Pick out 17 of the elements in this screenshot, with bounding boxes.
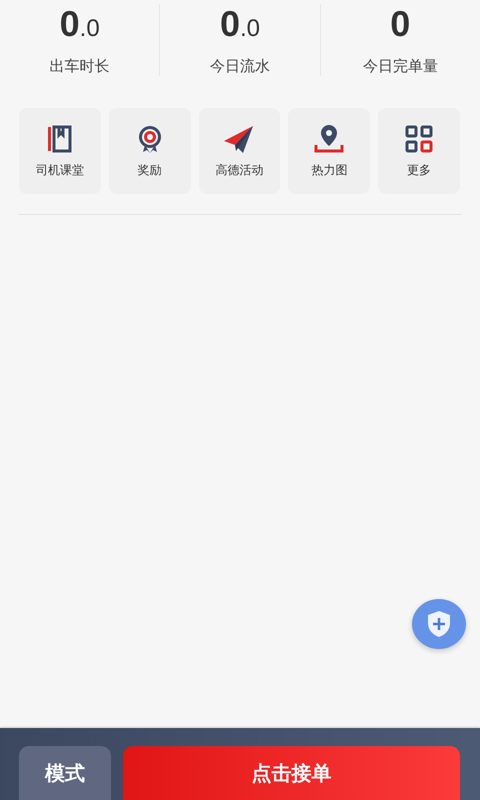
- shortcut-tile[interactable]: 奖励: [108, 108, 191, 194]
- mode-button[interactable]: 模式: [19, 746, 111, 800]
- shortcut-tile[interactable]: 更多: [378, 108, 460, 194]
- stat-value: 0.0: [220, 4, 260, 46]
- stat-label: 出车时长: [50, 57, 110, 76]
- stat-value: 0: [390, 4, 410, 46]
- shortcut-tile[interactable]: 司机课堂: [19, 108, 101, 194]
- accept-order-button[interactable]: 点击接单: [123, 746, 460, 800]
- stat-label: 今日流水: [210, 57, 270, 76]
- safety-button[interactable]: [412, 599, 466, 649]
- shield-plus-icon: [426, 610, 452, 638]
- stat-label: 今日完单量: [362, 57, 438, 76]
- map-pin-icon: [313, 124, 346, 154]
- stat-value: 0.0: [60, 4, 100, 46]
- shortcut-tile[interactable]: 高德活动: [198, 108, 280, 194]
- grid-icon: [404, 124, 434, 154]
- shortcut-tile[interactable]: 热力图: [288, 108, 370, 194]
